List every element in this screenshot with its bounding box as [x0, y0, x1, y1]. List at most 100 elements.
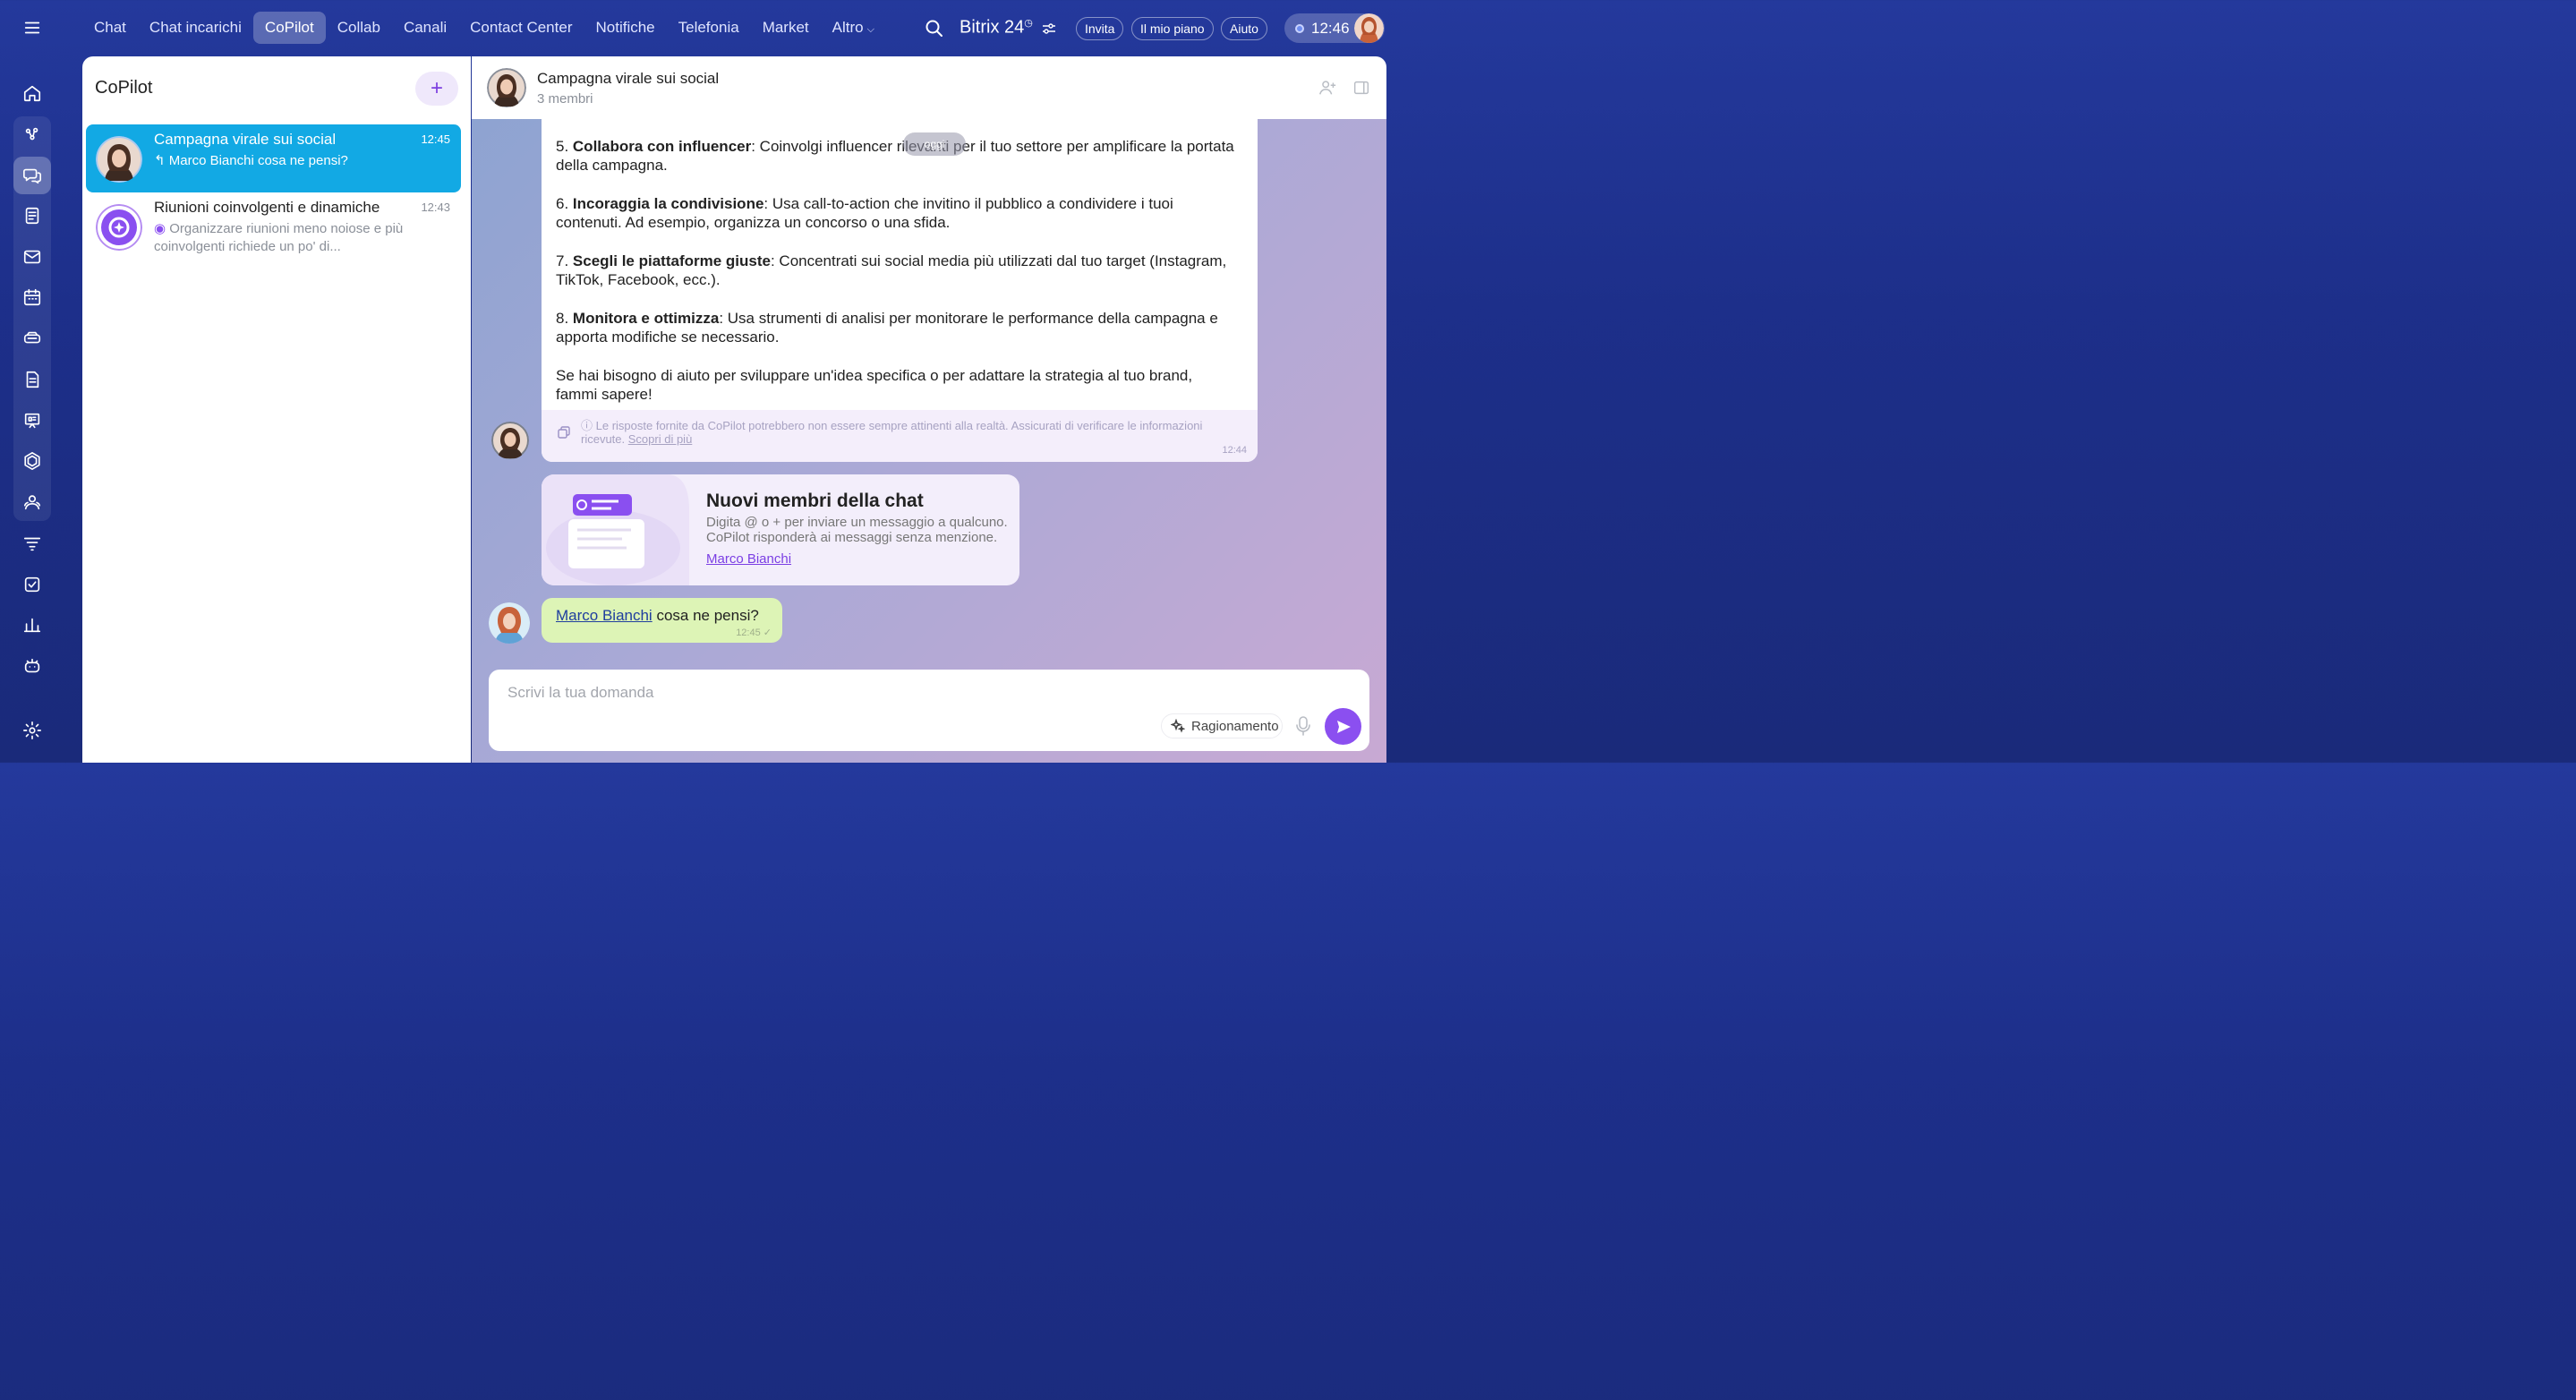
- message-time: 12:45 ✓: [736, 627, 772, 638]
- nav-altro[interactable]: Altro ⌵: [821, 12, 886, 44]
- new-chat-button[interactable]: +: [415, 72, 458, 106]
- my-message: Marco Bianchi cosa ne pensi? 12:45 ✓: [542, 598, 782, 643]
- left-rail: [0, 0, 64, 763]
- item-heading: Incoraggia la condivisione: [572, 195, 764, 212]
- copilot-mini-icon: ◉: [154, 221, 170, 236]
- chat-preview-text: Organizzare riunioni meno noiose e più c…: [154, 221, 404, 254]
- ai-list-item: 8. Monitora e ottimizza: Usa strumenti d…: [556, 309, 1236, 346]
- copilot-avatar: [96, 204, 142, 251]
- info-icon: ⓘ: [581, 419, 596, 432]
- microphone-icon[interactable]: [1294, 715, 1312, 737]
- date-badge: oggi: [903, 132, 966, 156]
- sparkle-icon: [1171, 719, 1185, 733]
- my-message-time: 12:45: [736, 627, 761, 638]
- message-time: 12:44: [1222, 445, 1247, 456]
- invite-button[interactable]: Invita: [1076, 17, 1124, 40]
- ai-closing: Se hai bisogno di aiuto per sviluppare u…: [556, 367, 1193, 403]
- board-icon[interactable]: [13, 402, 51, 440]
- file-icon[interactable]: [13, 361, 51, 398]
- item-number: 6.: [556, 195, 573, 212]
- documents-icon[interactable]: [13, 197, 51, 235]
- clock-time: 12:46: [1311, 19, 1350, 37]
- status-dot-icon: [1295, 23, 1304, 33]
- message-input[interactable]: Scrivi la tua domanda: [508, 684, 653, 702]
- nav-chat[interactable]: Chat: [82, 12, 138, 44]
- chat-header-title[interactable]: Campagna virale sui social: [537, 70, 719, 88]
- analytics-icon[interactable]: [13, 606, 51, 644]
- disclaimer-text: ⓘ Le risposte fornite da CoPilot potrebb…: [581, 419, 1207, 446]
- ai-sender-avatar[interactable]: [491, 422, 529, 459]
- sliders-icon[interactable]: [1042, 22, 1056, 35]
- settings-icon[interactable]: [13, 712, 51, 749]
- hexagon-icon[interactable]: [13, 442, 51, 480]
- user-avatar[interactable]: [1354, 13, 1384, 43]
- check-icon: ✓: [763, 627, 772, 638]
- chat-header-avatar[interactable]: [487, 68, 526, 107]
- plan-button[interactable]: Il mio piano: [1131, 17, 1214, 40]
- feed-icon[interactable]: [13, 115, 51, 153]
- drive-icon[interactable]: [13, 320, 51, 357]
- chat-preview: ◉ Organizzare riunioni meno noiose e più…: [154, 220, 431, 256]
- panel-title: CoPilot: [95, 78, 153, 98]
- nav-market[interactable]: Market: [751, 12, 821, 44]
- reply-icon: ↰: [154, 153, 169, 168]
- chat-list-item[interactable]: Riunioni coinvolgenti e dinamiche 12:43 …: [86, 192, 461, 260]
- mail-icon[interactable]: [13, 238, 51, 276]
- nav-canali[interactable]: Canali: [392, 12, 458, 44]
- chat-list-panel: CoPilot + Campagna virale sui social 12:…: [82, 56, 471, 763]
- card-title: Nuovi membri della chat: [706, 491, 924, 511]
- calendar-icon[interactable]: [13, 278, 51, 316]
- ai-message-text: 5. Collabora con influencer: Coinvolgi i…: [556, 137, 1236, 423]
- tasks-icon[interactable]: [13, 566, 51, 603]
- item-heading: Scegli le piattaforme giuste: [572, 252, 771, 269]
- ai-list-item: 6. Incoraggia la condivisione: Usa call-…: [556, 194, 1236, 232]
- chat-title: Campagna virale sui social: [154, 131, 337, 148]
- chat-header: Campagna virale sui social 3 membri: [472, 56, 1386, 119]
- nav-notifiche[interactable]: Notifiche: [584, 12, 666, 44]
- add-user-icon[interactable]: [1318, 78, 1337, 98]
- nav-telefonia[interactable]: Telefonia: [667, 12, 751, 44]
- chat-preview: ↰ Marco Bianchi cosa ne pensi?: [154, 152, 431, 170]
- reasoning-label: Ragionamento: [1191, 718, 1279, 734]
- chat-list-item[interactable]: Campagna virale sui social 12:45 ↰ Marco…: [86, 124, 461, 192]
- reasoning-button[interactable]: Ragionamento: [1161, 713, 1283, 738]
- chat-member-count[interactable]: 3 membri: [537, 91, 593, 107]
- copy-icon[interactable]: [557, 425, 571, 440]
- nav-chat-incarichi[interactable]: Chat incarichi: [138, 12, 253, 44]
- chevron-down-icon: ⌵: [866, 24, 874, 35]
- brand-name: Bitrix 24: [960, 17, 1025, 38]
- chat-messages[interactable]: 5. Collabora con influencer: Coinvolgi i…: [472, 119, 1386, 763]
- brand-logo[interactable]: Bitrix 24◷: [960, 17, 1033, 38]
- chat-preview-text: Marco Bianchi cosa ne pensi?: [168, 153, 348, 168]
- search-icon[interactable]: [924, 18, 945, 39]
- sidebar-toggle-icon[interactable]: [1352, 78, 1371, 98]
- chat-icon[interactable]: [13, 157, 51, 194]
- ai-list-item: 7. Scegli le piattaforme giuste: Concent…: [556, 252, 1236, 289]
- help-button[interactable]: Aiuto: [1221, 17, 1267, 40]
- ai-list-item: 5. Collabora con influencer: Coinvolgi i…: [556, 137, 1236, 175]
- nav-copilot[interactable]: CoPilot: [252, 12, 326, 44]
- chat-time: 12:45: [421, 132, 450, 146]
- plus-icon: +: [430, 76, 443, 100]
- filter-icon[interactable]: [13, 525, 51, 562]
- item-number: 8.: [556, 310, 573, 327]
- chat-time: 12:43: [421, 201, 450, 214]
- robot-icon[interactable]: [13, 647, 51, 685]
- item-number: 7.: [556, 252, 573, 269]
- message-composer[interactable]: Scrivi la tua domanda Ragionamento: [489, 670, 1369, 751]
- home-icon[interactable]: [13, 74, 51, 112]
- nav-collab[interactable]: Collab: [326, 12, 392, 44]
- learn-more-link[interactable]: Scopri di più: [628, 432, 693, 446]
- mention-link[interactable]: Marco Bianchi: [556, 607, 653, 624]
- menu-icon[interactable]: [13, 9, 51, 47]
- nav-contact-center[interactable]: Contact Center: [458, 12, 584, 44]
- my-message-text: Marco Bianchi cosa ne pensi?: [556, 607, 759, 625]
- send-button[interactable]: [1325, 708, 1361, 745]
- users-icon[interactable]: [13, 483, 51, 521]
- my-avatar[interactable]: [489, 602, 530, 644]
- member-link[interactable]: Marco Bianchi: [706, 551, 791, 567]
- item-heading: Monitora e ottimizza: [572, 310, 720, 327]
- ai-disclaimer: ⓘ Le risposte fornite da CoPilot potrebb…: [542, 410, 1258, 462]
- chat-title: Riunioni coinvolgenti e dinamiche: [154, 199, 380, 216]
- card-description: Digita @ o + per inviare un messaggio a …: [706, 515, 1008, 545]
